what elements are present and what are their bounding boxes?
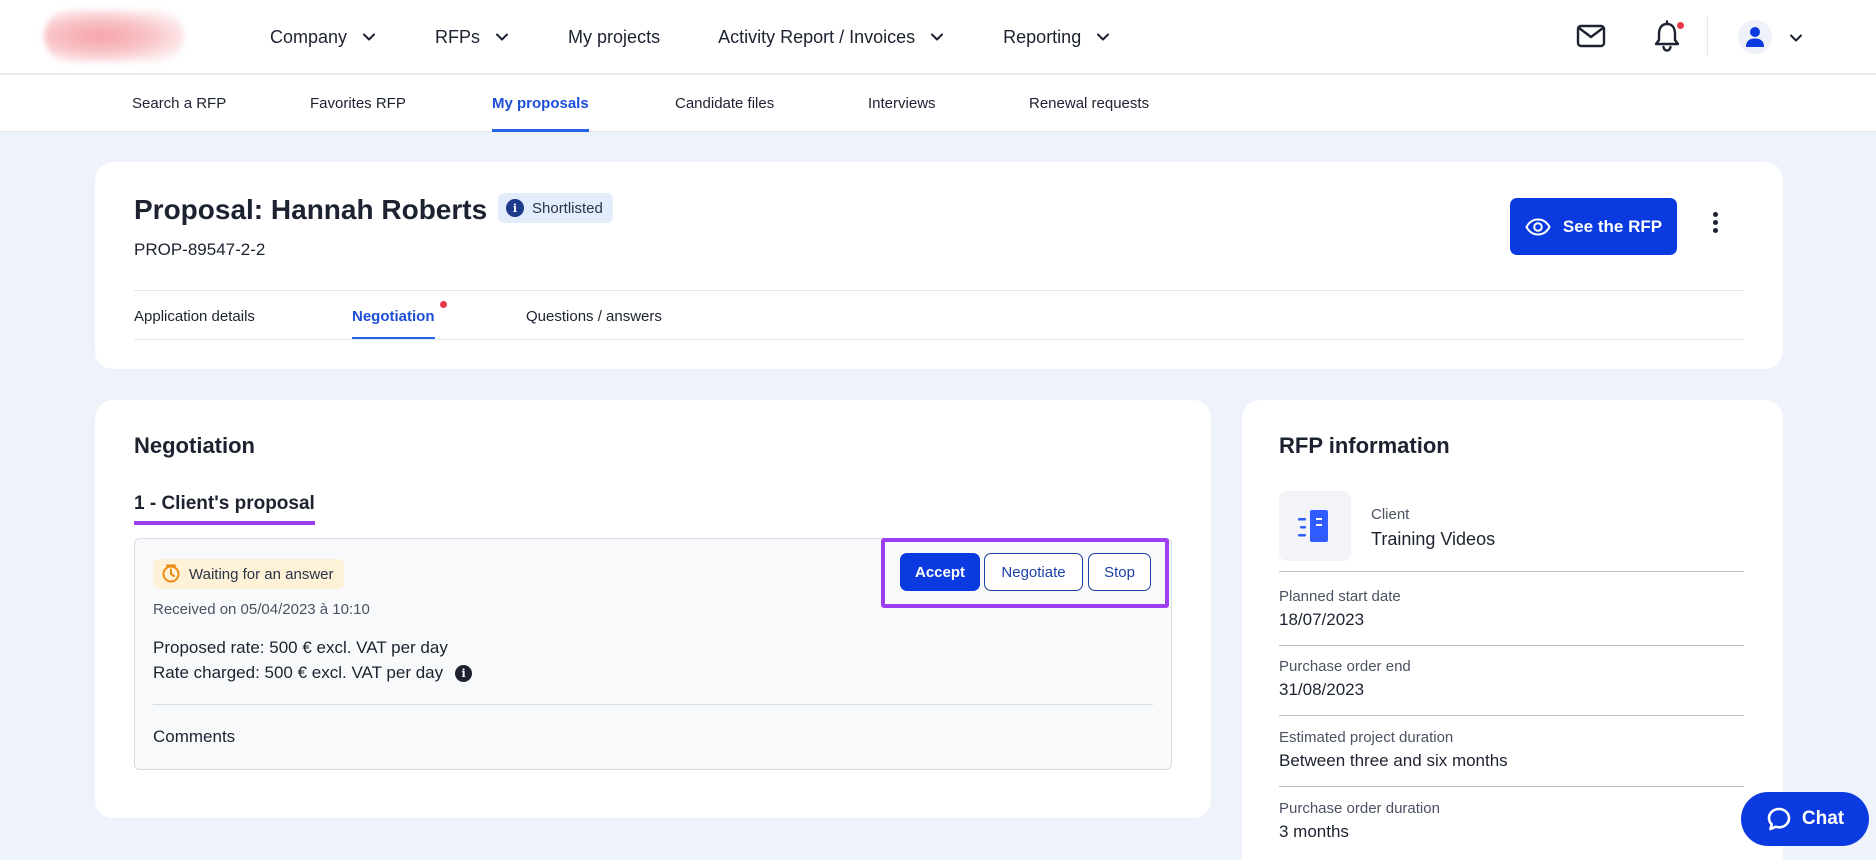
info-row-planned-start: Planned start date 18/07/2023 [1279, 588, 1744, 646]
main-nav: Company RFPs My projects Activity Report… [270, 0, 1169, 74]
top-bar: Company RFPs My projects Activity Report… [0, 0, 1876, 74]
chevron-down-icon [931, 33, 944, 41]
tab-negotiation[interactable]: Negotiation [352, 308, 435, 340]
subnav-interviews[interactable]: Interviews [868, 75, 936, 132]
status-badge: i Shortlisted [498, 193, 613, 223]
rfp-information-card: RFP information Client Training Videos P… [1242, 400, 1783, 860]
timer-icon [162, 564, 180, 583]
client-logo [1279, 491, 1351, 561]
sub-nav: Search a RFP Favorites RFP My proposals … [0, 75, 1876, 132]
chat-button[interactable]: Chat [1741, 792, 1869, 846]
chevron-down-icon[interactable] [1788, 30, 1804, 46]
nav-rfps[interactable]: RFPs [435, 27, 510, 48]
tab-notification-dot [440, 301, 447, 308]
status-badge-label: Shortlisted [532, 199, 603, 217]
chevron-down-icon [1097, 33, 1110, 41]
info-row-value: 3 months [1279, 822, 1349, 841]
client-label: Client [1371, 506, 1410, 523]
mail-icon[interactable] [1576, 24, 1606, 48]
waiting-status-label: Waiting for an answer [189, 565, 334, 583]
nav-my-projects[interactable]: My projects [568, 27, 660, 48]
divider [134, 339, 1744, 340]
nav-activity-report-label: Activity Report / Invoices [718, 26, 916, 47]
divider [134, 290, 1744, 291]
info-icon[interactable]: i [455, 664, 473, 682]
divider [153, 704, 1153, 705]
page-title: Proposal: Hannah Roberts [134, 194, 488, 225]
tab-questions-answers[interactable]: Questions / answers [526, 308, 662, 325]
divider [1707, 16, 1708, 56]
info-row-po-duration: Purchase order duration 3 months [1279, 800, 1744, 858]
company-logo[interactable] [44, 10, 184, 62]
document-icon [1298, 510, 1328, 542]
proposed-rate: Proposed rate: 500 € excl. VAT per day [153, 638, 448, 658]
info-row-label: Purchase order duration [1279, 800, 1440, 817]
info-icon: i [506, 199, 524, 217]
eye-icon [1525, 217, 1551, 236]
divider [1279, 571, 1744, 572]
nav-company-label: Company [270, 26, 348, 47]
see-rfp-button[interactable]: See the RFP [1510, 198, 1677, 255]
info-row-estimated-duration: Estimated project duration Between three… [1279, 729, 1744, 787]
negotiate-button[interactable]: Negotiate [984, 553, 1083, 591]
more-vertical-icon[interactable] [1710, 212, 1720, 238]
see-rfp-label: See the RFP [1562, 216, 1663, 236]
nav-rfps-label: RFPs [435, 26, 481, 47]
user-icon [1746, 27, 1764, 47]
negotiation-card: Negotiation 1 - Client's proposal Waitin… [95, 400, 1211, 818]
chevron-down-icon [496, 33, 509, 41]
info-row-label: Purchase order end [1279, 658, 1411, 675]
info-row-po-end: Purchase order end 31/08/2023 [1279, 658, 1744, 716]
proposal-reference: PROP-89547-2-2 [134, 240, 266, 259]
waiting-status-badge: Waiting for an answer [153, 559, 344, 589]
subnav-my-proposals[interactable]: My proposals [492, 75, 589, 132]
rate-charged-text: Rate charged: 500 € excl. VAT per day [153, 663, 444, 682]
tab-application-details[interactable]: Application details [134, 308, 255, 325]
comments-label: Comments [153, 727, 236, 746]
nav-company[interactable]: Company [270, 27, 377, 48]
info-row-label: Planned start date [1279, 588, 1401, 605]
notification-dot [1675, 20, 1686, 31]
client-proposal-title: 1 - Client's proposal [134, 493, 315, 525]
subnav-search-rfp[interactable]: Search a RFP [132, 75, 226, 132]
nav-reporting-label: Reporting [1003, 26, 1082, 47]
nav-my-projects-label: My projects [568, 26, 661, 47]
subnav-renewal-requests[interactable]: Renewal requests [1029, 75, 1149, 132]
rate-charged: Rate charged: 500 € excl. VAT per day i [153, 663, 473, 683]
chat-icon [1767, 807, 1791, 831]
accept-button[interactable]: Accept [900, 553, 980, 591]
info-row-value: 18/07/2023 [1279, 610, 1365, 629]
stop-button[interactable]: Stop [1088, 553, 1151, 591]
rfp-information-title: RFP information [1279, 433, 1450, 458]
subnav-candidate-files[interactable]: Candidate files [675, 75, 774, 132]
nav-reporting[interactable]: Reporting [1003, 27, 1111, 48]
proposal-header-card: Proposal: Hannah Roberts i Shortlisted P… [95, 162, 1783, 369]
chat-label: Chat [1801, 808, 1845, 829]
nav-activity-report[interactable]: Activity Report / Invoices [718, 27, 945, 48]
proposed-rate-text: Proposed rate: 500 € excl. VAT per day [153, 638, 448, 657]
subnav-favorites-rfp[interactable]: Favorites RFP [310, 75, 406, 132]
chevron-down-icon [363, 33, 376, 41]
info-row-value: Between three and six months [1279, 751, 1508, 770]
received-date: Received on 05/04/2023 à 10:10 [153, 601, 370, 618]
info-row-label: Estimated project duration [1279, 729, 1454, 746]
info-row-value: 31/08/2023 [1279, 680, 1365, 699]
negotiation-title: Negotiation [134, 433, 255, 458]
avatar[interactable] [1738, 20, 1772, 54]
client-name: Training Videos [1371, 529, 1496, 549]
